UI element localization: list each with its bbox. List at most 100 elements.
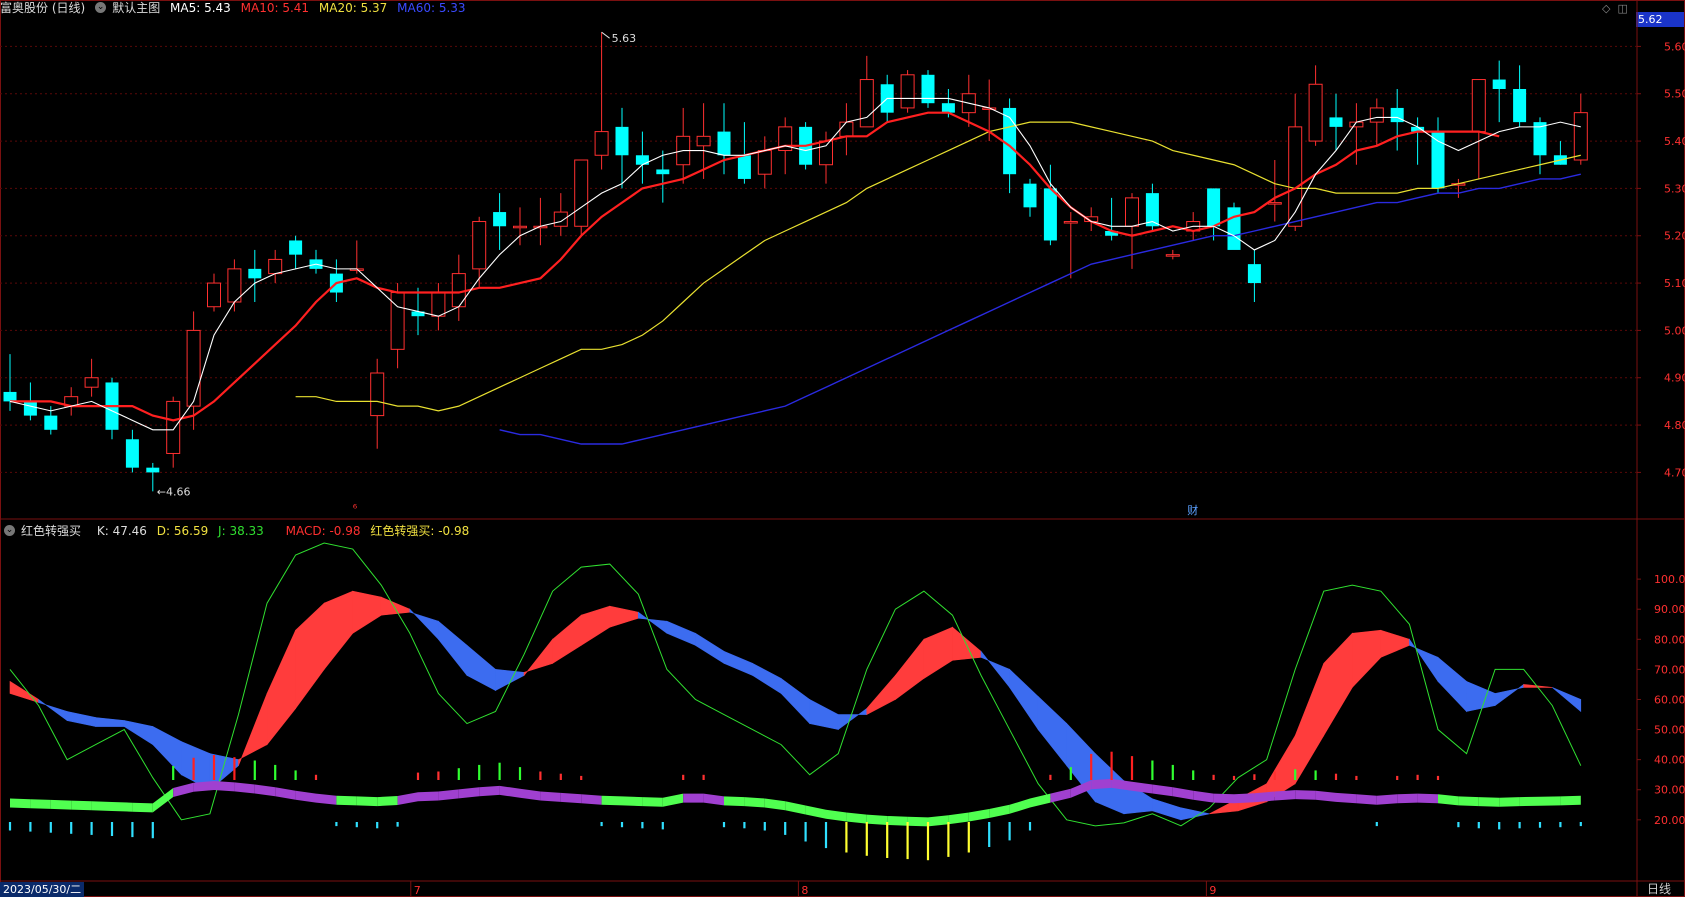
macd-ribbon-segment bbox=[581, 794, 602, 805]
candle-body-up bbox=[839, 121, 854, 137]
kd-band-segment bbox=[152, 726, 182, 776]
candle-body-up bbox=[166, 400, 181, 454]
macd-ribbon-segment bbox=[826, 809, 847, 822]
y-tick-label: 5.10 bbox=[1664, 277, 1685, 290]
high-pointer bbox=[601, 31, 610, 39]
kd-band-segment bbox=[809, 698, 839, 730]
candle-body-down bbox=[146, 467, 160, 473]
candle-body-up bbox=[431, 292, 446, 317]
candle-body-down bbox=[1513, 89, 1527, 123]
kd-band-segment bbox=[38, 698, 68, 722]
macd-ribbon-segment bbox=[520, 788, 541, 801]
kd-band-segment bbox=[380, 596, 411, 616]
macd-ribbon-segment bbox=[764, 798, 786, 811]
candle-body-up bbox=[1267, 202, 1282, 205]
macd-ribbon-segment bbox=[785, 801, 806, 815]
macd-ribbon-segment bbox=[356, 796, 378, 807]
indicator-tick-label: 60.00 bbox=[1654, 693, 1685, 706]
macd-ribbon-segment bbox=[744, 797, 765, 808]
macd-ribbon-segment bbox=[1478, 797, 1500, 807]
candle-body-up bbox=[370, 372, 385, 417]
candle-body-down bbox=[289, 240, 303, 255]
month-label: 7 bbox=[414, 884, 421, 897]
kd-band-segment bbox=[638, 611, 668, 634]
kd-band-segment bbox=[866, 674, 896, 716]
ma60-line bbox=[499, 173, 1581, 445]
macd-ribbon-segment bbox=[1274, 790, 1296, 801]
candle-body-up bbox=[268, 258, 283, 275]
macd-ribbon-segment bbox=[560, 792, 582, 804]
kd-band-segment bbox=[1323, 632, 1353, 737]
kd-band-segment bbox=[438, 620, 468, 677]
candle-body-up bbox=[1471, 79, 1486, 133]
candle-body-down bbox=[1329, 117, 1343, 127]
candle-body-down bbox=[493, 212, 507, 227]
month-label: 8 bbox=[801, 884, 808, 897]
candle-body-down bbox=[656, 169, 670, 175]
candle-body-up bbox=[594, 131, 609, 156]
candle-body-up bbox=[859, 79, 874, 128]
candle-body-down bbox=[23, 401, 37, 416]
macd-ribbon-segment bbox=[1540, 796, 1561, 806]
macd-ribbon-segment bbox=[214, 781, 235, 792]
macd-ribbon-segment bbox=[1234, 793, 1255, 804]
candle-body-down bbox=[248, 268, 262, 279]
kd-band-segment bbox=[123, 720, 154, 746]
kd-band-segment bbox=[466, 644, 496, 691]
candle-body-down bbox=[1227, 207, 1241, 250]
high-annotation: 5.63 bbox=[612, 32, 637, 45]
indicator-tick-label: 80.00 bbox=[1654, 633, 1685, 646]
chart-canvas[interactable]: 5.60 5.50 5.40 5.30 5.20 5.10 5.00 4.90 4.80 4.70… bbox=[0, 0, 1685, 897]
candle-body-down bbox=[3, 391, 17, 402]
ma20-line bbox=[295, 121, 1581, 412]
y-tick-label: 5.50 bbox=[1664, 88, 1685, 101]
macd-ribbon-segment bbox=[132, 802, 153, 813]
indicator-tick-label: 50.00 bbox=[1654, 724, 1685, 737]
candle-body-down bbox=[125, 439, 139, 468]
candle-body-up bbox=[451, 273, 466, 308]
macd-ribbon-segment bbox=[71, 800, 92, 811]
macd-ribbon-segment bbox=[703, 793, 724, 806]
candle-body-down bbox=[737, 155, 751, 179]
kd-band-segment bbox=[66, 711, 96, 727]
candle-body-up bbox=[819, 140, 833, 166]
y-tick-label: 5.40 bbox=[1664, 135, 1685, 148]
macd-ribbon-segment bbox=[499, 785, 520, 798]
candle-body-up bbox=[390, 292, 405, 350]
macd-ribbon-segment bbox=[1356, 794, 1377, 805]
kd-band-segment bbox=[580, 605, 611, 646]
macd-ribbon-segment bbox=[540, 791, 561, 802]
macd-ribbon-segment bbox=[1254, 791, 1275, 803]
kd-band-segment bbox=[1437, 656, 1467, 713]
indicator-tick-label: 20.00 bbox=[1654, 814, 1685, 827]
kd-band-segment bbox=[666, 620, 696, 646]
kd-band-segment bbox=[1352, 629, 1382, 689]
stock-chart-window: 富奥股份 (日线) ⌄ 默认主图 MA5: 5.43 MA10: 5.41 MA20… bbox=[0, 0, 1685, 897]
candle-body-down bbox=[1247, 264, 1261, 284]
kd-band-segment bbox=[752, 662, 782, 694]
macd-ribbon-segment bbox=[601, 795, 622, 806]
candle-body-up bbox=[207, 282, 221, 308]
macd-ribbon-segment bbox=[662, 793, 684, 807]
kd-band-segment bbox=[952, 626, 982, 661]
candle-body-up bbox=[186, 329, 201, 407]
period-label[interactable]: 日线 bbox=[1647, 882, 1671, 897]
macd-ribbon-segment bbox=[683, 793, 704, 803]
macd-ribbon-segment bbox=[1193, 790, 1214, 803]
candle-body-up bbox=[84, 377, 99, 388]
candle-body-up bbox=[1308, 83, 1323, 142]
candle-body-up bbox=[472, 221, 487, 270]
macd-ribbon-segment bbox=[989, 804, 1010, 818]
candle-body-up bbox=[900, 74, 915, 109]
macd-ribbon-segment bbox=[887, 816, 908, 826]
kd-band-segment bbox=[609, 605, 639, 628]
kd-band-segment bbox=[723, 650, 753, 676]
candle-body-down bbox=[1043, 188, 1057, 241]
candle-body-down bbox=[1023, 183, 1037, 208]
month-label: 9 bbox=[1209, 884, 1216, 897]
candle-body-up bbox=[1063, 221, 1078, 224]
candle-body-down bbox=[717, 131, 731, 156]
kd-band-segment bbox=[323, 590, 354, 671]
macd-ribbon-segment bbox=[152, 788, 174, 813]
y-tick-label: 4.90 bbox=[1664, 372, 1685, 385]
